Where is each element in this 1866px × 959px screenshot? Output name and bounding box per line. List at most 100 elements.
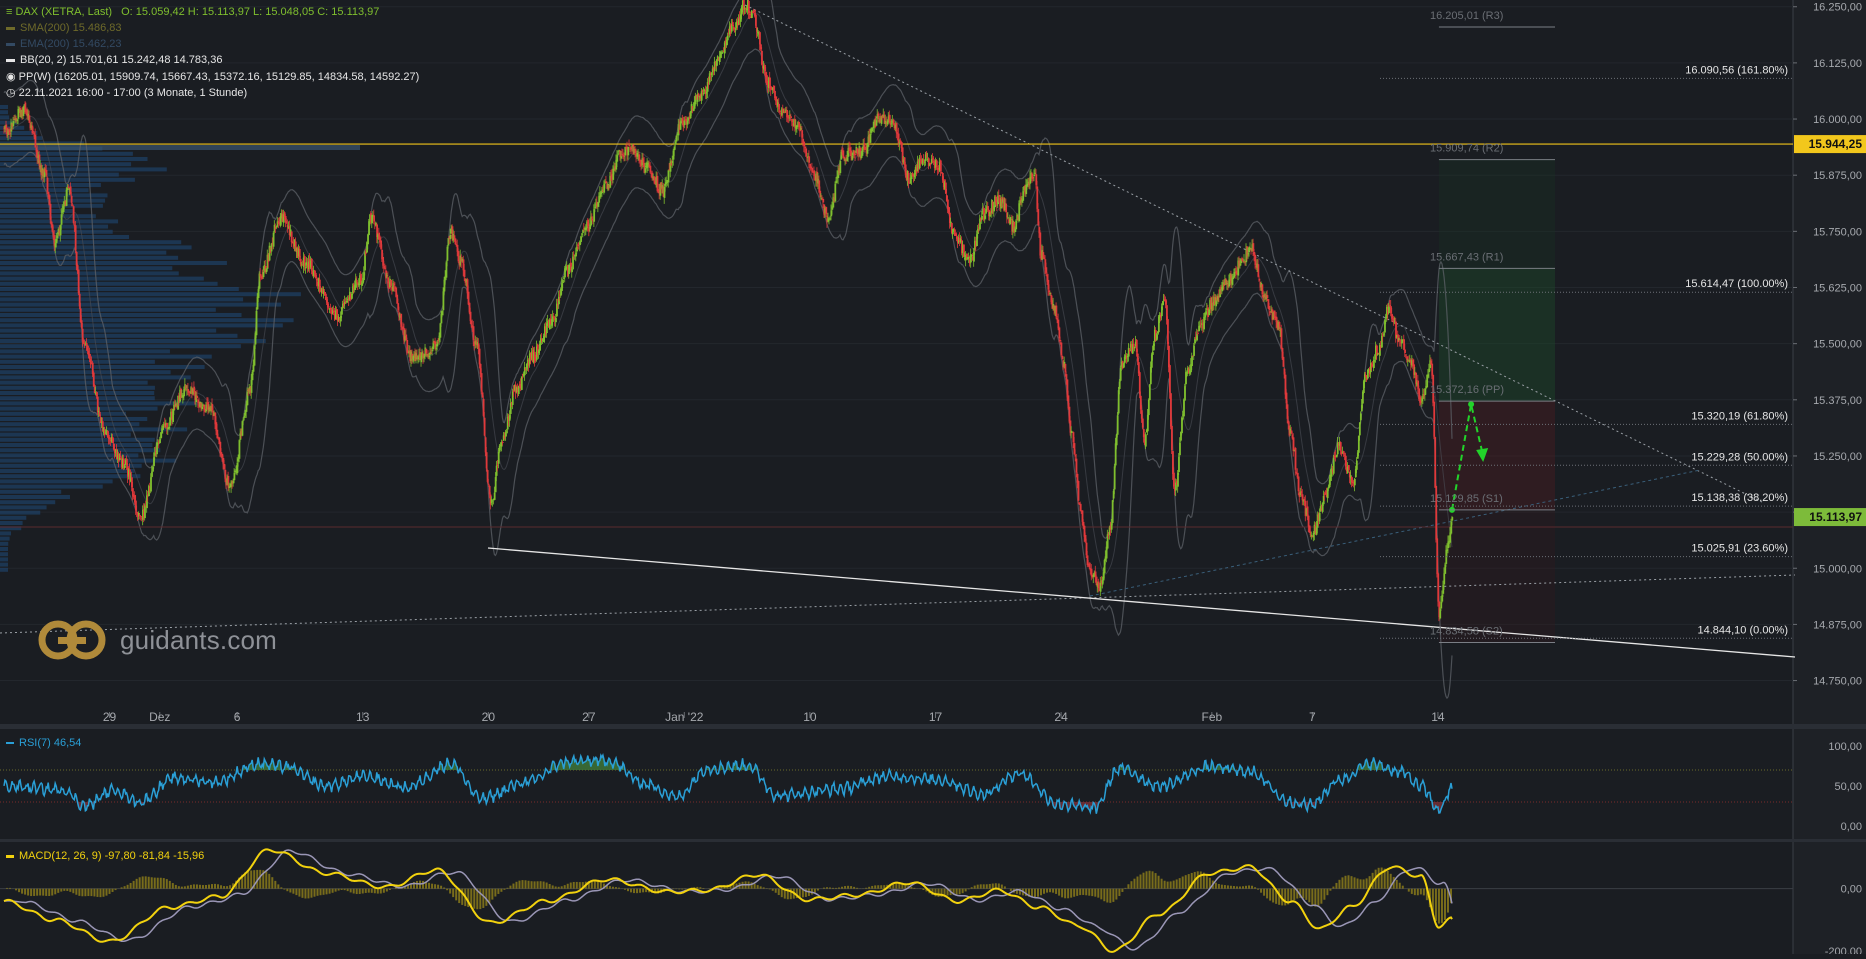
macd-histogram-bar: [702, 888, 704, 889]
guidants-logo: guidants.com: [38, 620, 277, 660]
macd-histogram-bar: [160, 878, 162, 889]
macd-histogram-bar: [1363, 879, 1365, 888]
macd-tick-label: -200,00: [1825, 946, 1862, 954]
candle-body: [1066, 374, 1068, 379]
macd-histogram-bar: [1257, 889, 1259, 890]
macd-histogram-bar: [814, 889, 816, 893]
macd-histogram-bar: [1173, 881, 1175, 889]
macd-histogram-bar: [600, 882, 602, 889]
macd-histogram-bar: [956, 889, 958, 895]
macd-histogram-bar: [503, 889, 505, 890]
macd-histogram-bar: [214, 884, 216, 889]
macd-histogram-bar: [307, 889, 309, 899]
pp-label: PP(W) (16205.01, 15909.74, 15667.43, 153…: [19, 71, 420, 83]
macd-legend[interactable]: MACD(12, 26, 9) -97,80 -81,84 -15,96: [6, 850, 204, 862]
macd-histogram-bar: [172, 883, 174, 889]
macd-histogram-bar: [1242, 886, 1244, 888]
macd-histogram-bar: [54, 889, 56, 895]
macd-histogram-bar: [154, 878, 156, 889]
macd-histogram-bar: [672, 889, 674, 890]
macd-histogram-bar: [90, 889, 92, 896]
time-tick-label: Feb: [1201, 710, 1222, 724]
macd-histogram-bar: [781, 889, 783, 897]
macd-histogram-bar: [202, 885, 204, 889]
macd-histogram-bar: [27, 889, 29, 896]
macd-histogram-bar: [1305, 889, 1307, 900]
profile-bar: [0, 469, 134, 473]
macd-histogram-bar: [1221, 885, 1223, 889]
macd-histogram-bar: [1112, 889, 1114, 902]
candle-body: [1298, 476, 1300, 491]
macd-histogram-bar: [42, 889, 44, 896]
profile-bar: [0, 214, 96, 218]
macd-histogram-bar: [757, 885, 759, 889]
resistance-price-tag-text: 15.944,25: [1809, 137, 1863, 151]
candle-body: [1179, 443, 1181, 455]
macd-histogram-bar: [431, 884, 433, 889]
macd-histogram-bar: [60, 889, 62, 892]
macd-histogram-bar: [1266, 889, 1268, 899]
macd-histogram-bar: [552, 885, 554, 888]
macd-histogram-bar: [989, 884, 991, 889]
macd-histogram-bar: [115, 889, 117, 890]
candle-body: [356, 280, 358, 281]
macd-histogram-bar: [678, 889, 680, 890]
profile-bar: [0, 557, 8, 561]
macd-histogram-bar: [130, 883, 132, 889]
macd-histogram-bar: [181, 887, 183, 889]
macd-histogram-bar: [1272, 889, 1274, 903]
macd-histogram-bar: [1103, 889, 1105, 902]
macd-histogram-bar: [205, 885, 207, 889]
legend-pp[interactable]: ◉ PP(W) (16205.01, 15909.74, 15667.43, 1…: [6, 70, 419, 83]
macd-histogram-bar: [642, 889, 644, 893]
candle-body: [124, 466, 126, 468]
candle-body: [400, 314, 402, 327]
profile-bar: [0, 464, 142, 468]
candle-body: [1055, 306, 1057, 318]
macd-histogram-bar: [1381, 868, 1383, 889]
ema-label: EMA(200) 15.462,23: [20, 38, 122, 50]
macd-histogram-bar: [142, 876, 144, 888]
pivot-label: 15.129,85 (S1): [1430, 493, 1503, 505]
macd-histogram-bar: [594, 880, 596, 888]
chart-canvas[interactable]: 16.090,56 (161.80%)15.614,47 (100.00%)15…: [0, 0, 1866, 954]
macd-histogram-bar: [769, 889, 771, 890]
legend-sma[interactable]: SMA(200) 15.486,83: [6, 22, 122, 34]
profile-bar: [0, 542, 8, 546]
macd-histogram-bar: [1269, 889, 1271, 901]
candle-body: [1149, 384, 1151, 400]
candle-body: [1045, 267, 1047, 273]
candle-body: [627, 147, 629, 155]
candle-body: [75, 225, 77, 250]
candle-body: [373, 215, 375, 221]
macd-histogram-bar: [1139, 874, 1141, 888]
profile-bar: [0, 391, 154, 395]
profile-bar: [0, 240, 181, 244]
macd-histogram-bar: [1402, 886, 1404, 889]
legend-bb[interactable]: BB(20, 2) 15.701,61 15.242,48 14.783,36: [6, 54, 222, 66]
macd-histogram-bar: [847, 886, 849, 889]
macd-histogram-bar: [1079, 889, 1081, 895]
macd-histogram-bar: [362, 889, 364, 894]
macd-histogram-bar: [416, 881, 418, 889]
profile-bar: [0, 105, 8, 109]
macd-histogram-bar: [473, 889, 475, 909]
macd-histogram-bar: [977, 885, 979, 889]
macd-histogram-bar: [268, 874, 270, 889]
macd-histogram-bar: [1155, 873, 1157, 889]
pivot-label: 14.834,58 (S2): [1430, 626, 1503, 638]
legend-ema[interactable]: EMA(200) 15.462,23: [6, 38, 122, 50]
macd-histogram-bar: [639, 889, 641, 893]
macd-histogram-bar: [48, 889, 50, 896]
macd-histogram-bar: [1100, 889, 1102, 900]
macd-histogram-bar: [525, 880, 527, 888]
macd-histogram-bar: [1061, 889, 1063, 898]
rsi-legend[interactable]: RSI(7) 46,54: [6, 737, 81, 749]
macd-histogram-bar: [45, 889, 47, 896]
candle-body: [722, 52, 724, 53]
candle-body: [120, 456, 122, 457]
pivot-label: 15.372,16 (PP): [1430, 384, 1504, 396]
profile-bar: [0, 292, 301, 296]
macd-histogram-bar: [645, 889, 647, 892]
rsi-tick-label: 50,00: [1834, 781, 1862, 793]
